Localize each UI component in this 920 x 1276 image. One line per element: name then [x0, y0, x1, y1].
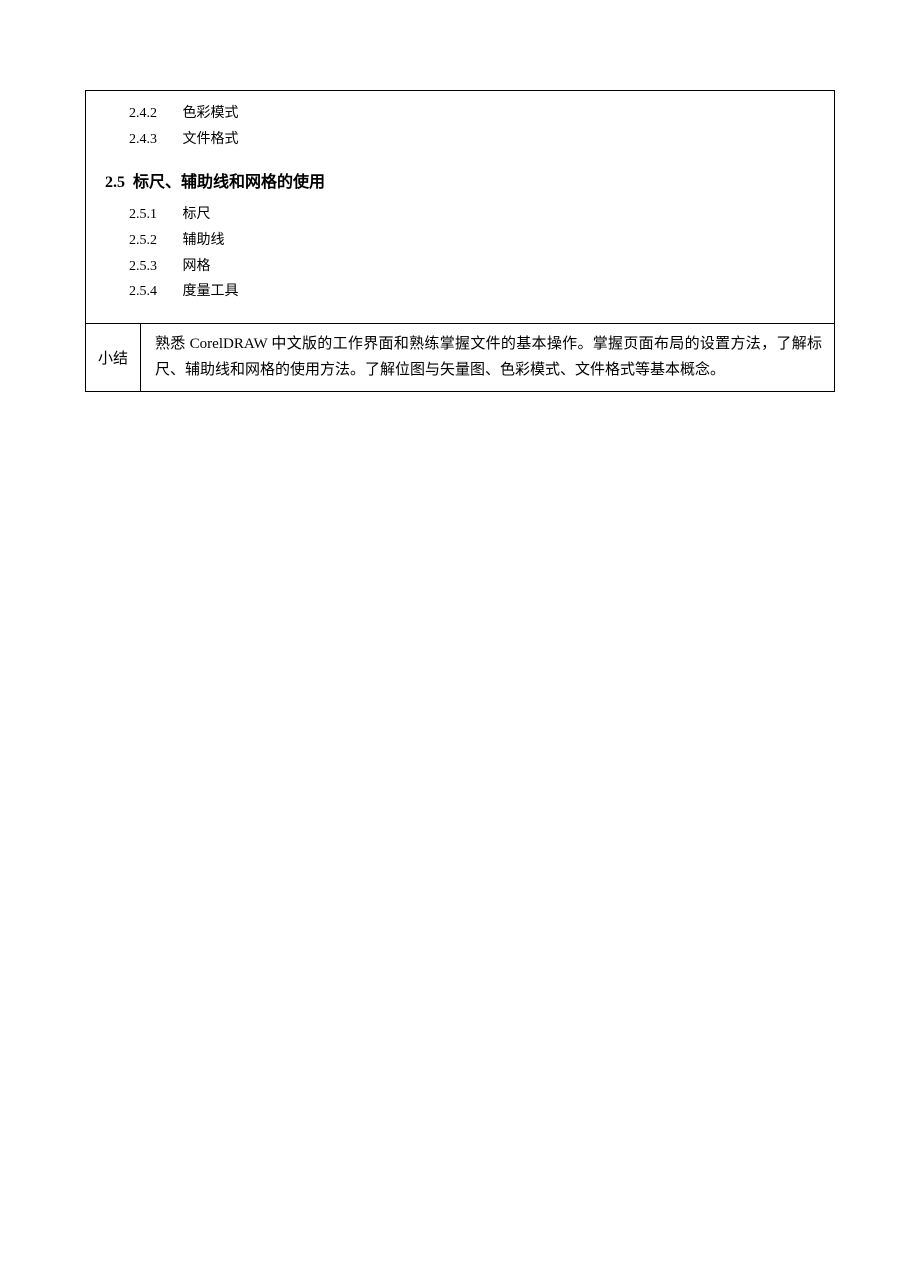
toc-item-label: 文件格式	[183, 132, 239, 147]
summary-text: 熟悉 CorelDRAW 中文版的工作界面和熟练掌握文件的基本操作。掌握页面布局…	[155, 336, 822, 378]
toc-item-num: 2.5.2	[129, 228, 179, 254]
toc-item-label: 色彩模式	[183, 106, 239, 121]
summary-content-cell: 熟悉 CorelDRAW 中文版的工作界面和熟练掌握文件的基本操作。掌握页面布局…	[141, 324, 835, 392]
summary-label-cell: 小结	[86, 324, 141, 392]
toc-item: 2.4.2 色彩模式	[101, 101, 819, 127]
toc-item-label: 辅助线	[183, 233, 225, 248]
section-heading: 2.5 标尺、辅助线和网格的使用	[101, 168, 819, 192]
toc-item-label: 度量工具	[183, 284, 239, 299]
toc-item-num: 2.4.2	[129, 101, 179, 127]
toc-item-label: 标尺	[183, 207, 211, 222]
content-row: 2.4.2 色彩模式 2.4.3 文件格式 2.5 标尺、辅助线和网格的使用 2…	[86, 91, 835, 324]
toc-item-num: 2.5.4	[129, 279, 179, 305]
toc-item-label: 网格	[183, 259, 211, 274]
toc-item: 2.5.4 度量工具	[101, 279, 819, 305]
section-num: 2.5	[105, 174, 125, 191]
toc-item-num: 2.5.3	[129, 254, 179, 280]
summary-row: 小结 熟悉 CorelDRAW 中文版的工作界面和熟练掌握文件的基本操作。掌握页…	[86, 324, 835, 392]
content-cell: 2.4.2 色彩模式 2.4.3 文件格式 2.5 标尺、辅助线和网格的使用 2…	[86, 91, 835, 324]
summary-label: 小结	[98, 351, 128, 367]
document-table: 2.4.2 色彩模式 2.4.3 文件格式 2.5 标尺、辅助线和网格的使用 2…	[85, 90, 835, 392]
toc-item: 2.4.3 文件格式	[101, 127, 819, 153]
section-title: 标尺、辅助线和网格的使用	[133, 174, 325, 191]
toc-item-num: 2.4.3	[129, 127, 179, 153]
toc-item: 2.5.1 标尺	[101, 202, 819, 228]
toc-item-num: 2.5.1	[129, 202, 179, 228]
toc-item: 2.5.3 网格	[101, 254, 819, 280]
toc-item: 2.5.2 辅助线	[101, 228, 819, 254]
